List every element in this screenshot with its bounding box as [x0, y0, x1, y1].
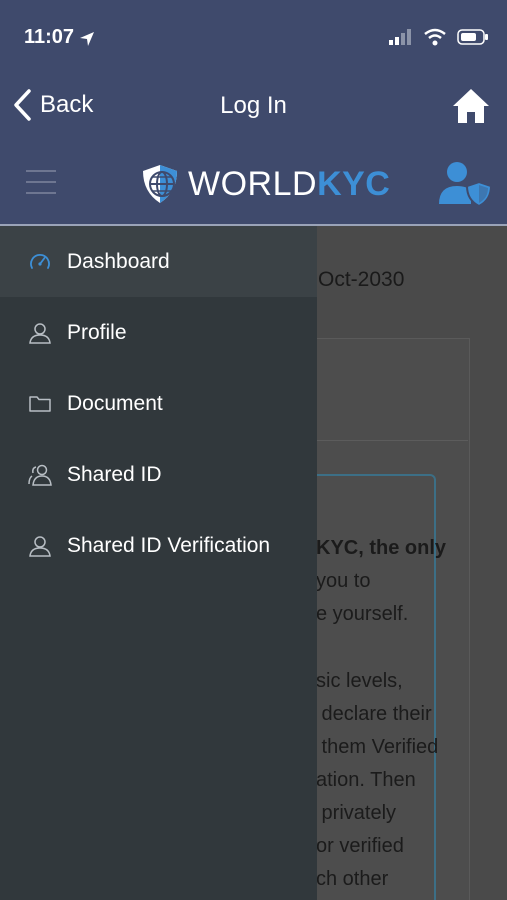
- menu-item-shared-id[interactable]: Shared ID: [0, 439, 317, 510]
- menu-item-dashboard[interactable]: Dashboard: [0, 226, 317, 297]
- users-icon: [28, 463, 52, 487]
- date-text: Oct-2030: [318, 268, 405, 291]
- brand-name: WORLDKYC: [188, 164, 391, 203]
- battery-icon: [457, 29, 488, 45]
- info-text-line: or verified: [316, 835, 404, 857]
- menu-item-document[interactable]: Document: [0, 368, 317, 439]
- chevron-left-icon: [14, 89, 31, 121]
- menu-item-label: Dashboard: [67, 249, 170, 273]
- info-text-line: e yourself.: [316, 603, 409, 625]
- menu-item-label: Shared ID Verification: [67, 533, 271, 557]
- menu-item-label: Document: [67, 391, 163, 415]
- status-icons: [389, 28, 489, 46]
- back-label: Back: [40, 91, 94, 118]
- user-icon: [28, 534, 52, 558]
- info-text-line: sic levels,: [316, 670, 403, 692]
- user-icon: [28, 321, 52, 345]
- brand-bar: WORLDKYC: [0, 150, 507, 226]
- side-drawer-menu: Dashboard Profile Document Shared ID Sha…: [0, 226, 317, 900]
- dashboard-icon: [28, 250, 52, 274]
- menu-item-profile[interactable]: Profile: [0, 297, 317, 368]
- account-button[interactable]: [437, 158, 493, 213]
- home-icon: [453, 89, 489, 123]
- menu-item-label: Shared ID: [67, 462, 162, 486]
- info-text-line: ch other: [316, 868, 389, 890]
- info-text-line: privately: [316, 802, 397, 824]
- wifi-icon: [424, 28, 446, 46]
- location-arrow-icon: [80, 32, 94, 46]
- menu-toggle-button[interactable]: [26, 170, 56, 203]
- navigation-bar: Back Log In: [0, 78, 507, 150]
- globe-shield-icon: [143, 165, 177, 203]
- menu-item-label: Profile: [67, 320, 127, 344]
- back-button[interactable]: Back: [12, 88, 93, 122]
- info-text-line: KYC, the only: [316, 537, 447, 559]
- info-text-line: them Verified: [316, 736, 439, 758]
- info-text-line: declare their: [316, 703, 432, 725]
- user-shield-icon: [439, 162, 493, 208]
- info-text-line: you to: [316, 570, 371, 592]
- info-text-line: ation. Then: [316, 769, 416, 791]
- menu-item-shared-id-verification[interactable]: Shared ID Verification: [0, 510, 317, 581]
- folder-icon: [28, 392, 52, 416]
- worldkyc-logo: WORLDKYC: [138, 162, 390, 206]
- home-button[interactable]: [451, 86, 491, 131]
- signal-icon: [389, 29, 411, 45]
- status-time: 11:07: [24, 26, 75, 48]
- status-bar: 11:07: [0, 0, 507, 78]
- card-divider: [300, 440, 468, 441]
